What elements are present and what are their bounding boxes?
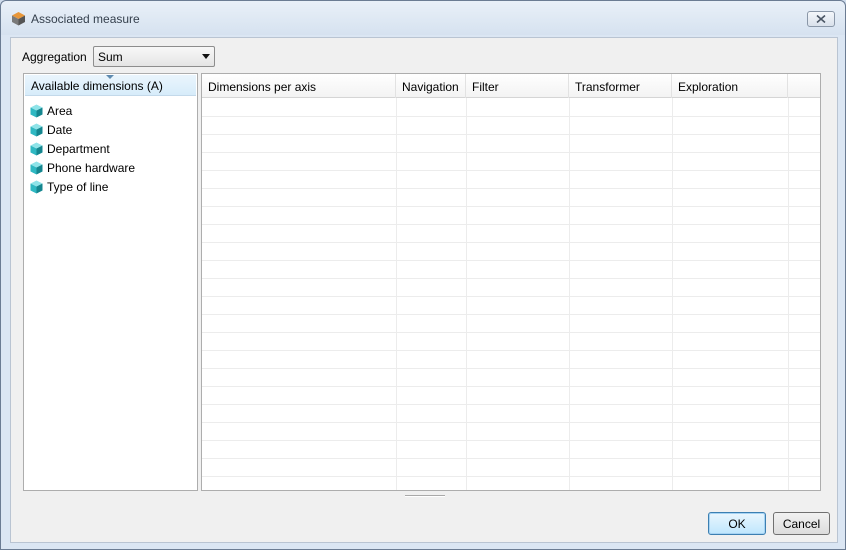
- dimension-item-phone-hardware[interactable]: Phone hardware: [30, 158, 135, 177]
- dimension-item-type-of-line[interactable]: Type of line: [30, 177, 135, 196]
- chevron-down-icon: [202, 54, 210, 59]
- ok-button[interactable]: OK: [708, 512, 766, 535]
- dimension-label: Department: [47, 141, 110, 156]
- grid-row-line: [202, 224, 820, 225]
- grid-row-line: [202, 350, 820, 351]
- grid-column-line: [672, 98, 673, 490]
- axis-assignment-table: Dimensions per axis Navigation Filter Tr…: [201, 73, 821, 491]
- available-dimensions-title: Available dimensions (A): [31, 79, 163, 93]
- available-dimensions-panel: Available dimensions (A) Area Date Depar…: [23, 73, 198, 491]
- dimension-item-date[interactable]: Date: [30, 120, 135, 139]
- grid-column-line: [466, 98, 467, 490]
- dimension-label: Area: [47, 103, 73, 118]
- table-header: Dimensions per axis Navigation Filter Tr…: [202, 74, 820, 98]
- grid-row-line: [202, 170, 820, 171]
- dimension-list: Area Date Department Phone hardware Type…: [30, 101, 135, 196]
- cancel-button[interactable]: Cancel: [773, 512, 830, 535]
- grid-row-line: [202, 278, 820, 279]
- grid-row-line: [202, 368, 820, 369]
- dimension-label: Date: [47, 122, 73, 137]
- grid-row-line: [202, 332, 820, 333]
- dimension-label: Type of line: [47, 179, 109, 194]
- grid-row-line: [202, 206, 820, 207]
- grid-row-line: [202, 404, 820, 405]
- column-header-navigation[interactable]: Navigation: [396, 74, 466, 98]
- grid-row-line: [202, 260, 820, 261]
- dimension-cube-icon: [30, 142, 43, 155]
- window-title: Associated measure: [31, 12, 140, 26]
- available-dimensions-header[interactable]: Available dimensions (A): [25, 75, 196, 96]
- dialog-content: Aggregation Sum Available dimensions (A)…: [10, 37, 838, 543]
- title-bar[interactable]: Associated measure: [1, 1, 845, 35]
- grid-row-line: [202, 422, 820, 423]
- column-header-dimensions-per-axis[interactable]: Dimensions per axis: [202, 74, 396, 98]
- grid-row-line: [202, 440, 820, 441]
- grid-row-line: [202, 458, 820, 459]
- dimension-item-department[interactable]: Department: [30, 139, 135, 158]
- table-body[interactable]: [202, 98, 820, 490]
- grid-row-line: [202, 242, 820, 243]
- dimension-label: Phone hardware: [47, 160, 136, 175]
- grid-row-line: [202, 476, 820, 477]
- splitter-handle[interactable]: [405, 495, 445, 497]
- grid-column-line: [396, 98, 397, 490]
- grid-row-line: [202, 188, 820, 189]
- app-cube-icon: [12, 12, 25, 26]
- close-icon: [816, 15, 826, 23]
- grid-row-line: [202, 152, 820, 153]
- close-button[interactable]: [807, 11, 835, 27]
- grid-column-line: [788, 98, 789, 490]
- dimension-item-area[interactable]: Area: [30, 101, 135, 120]
- dimension-cube-icon: [30, 161, 43, 174]
- grid-row-line: [202, 386, 820, 387]
- grid-row-line: [202, 314, 820, 315]
- column-header-transformer[interactable]: Transformer: [569, 74, 672, 98]
- grid-row-line: [202, 296, 820, 297]
- column-header-filter[interactable]: Filter: [466, 74, 569, 98]
- aggregation-value: Sum: [98, 50, 123, 64]
- aggregation-select[interactable]: Sum: [93, 46, 215, 67]
- dimension-cube-icon: [30, 123, 43, 136]
- dimension-cube-icon: [30, 180, 43, 193]
- grid-column-line: [569, 98, 570, 490]
- aggregation-label: Aggregation: [22, 50, 87, 64]
- column-header-exploration[interactable]: Exploration: [672, 74, 788, 98]
- grid-row-line: [202, 116, 820, 117]
- dimension-cube-icon: [30, 104, 43, 117]
- grid-row-line: [202, 134, 820, 135]
- dialog-window: Associated measure Aggregation Sum Avail…: [0, 0, 846, 550]
